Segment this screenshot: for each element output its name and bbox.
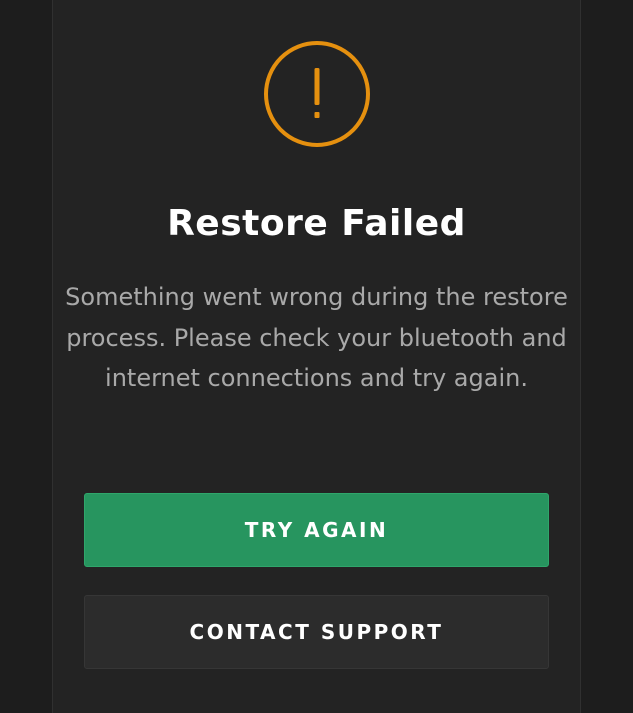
contact-support-button-label: CONTACT SUPPORT (189, 620, 444, 644)
app-window: Restore Failed Something went wrong duri… (0, 0, 633, 713)
contact-support-button[interactable]: CONTACT SUPPORT (84, 595, 549, 669)
right-backdrop (581, 0, 633, 713)
dialog-title: Restore Failed (167, 203, 466, 244)
exclamation-circle-icon (264, 41, 370, 147)
try-again-button[interactable]: TRY AGAIN (84, 493, 549, 567)
try-again-button-label: TRY AGAIN (244, 518, 389, 542)
left-backdrop (0, 0, 52, 713)
dialog-message: Something went wrong during the restore … (65, 283, 568, 392)
